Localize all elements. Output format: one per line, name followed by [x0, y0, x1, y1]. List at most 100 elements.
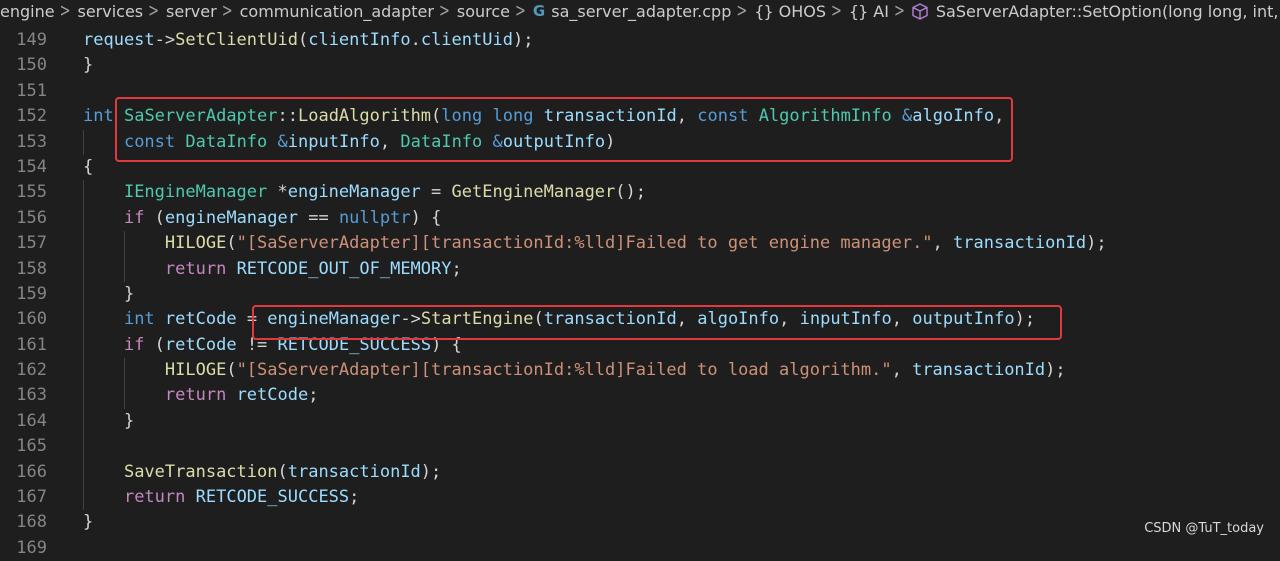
breadcrumb-item-source[interactable]: source — [457, 2, 510, 21]
line-number: 166 — [16, 461, 47, 482]
code-token: long — [441, 106, 483, 127]
code-token: nullptr — [338, 207, 411, 228]
line-number: 169 — [16, 537, 47, 558]
breadcrumb-item-services[interactable]: services — [77, 2, 143, 21]
code-text: if (retCode != RETCODE_SUCCESS) { — [83, 333, 462, 358]
code-token: = — [420, 182, 452, 203]
code-line[interactable]: 169 — [0, 536, 1280, 561]
code-line[interactable]: 149 request->SetClientUid(clientInfo.clie… — [0, 28, 1280, 53]
code-line[interactable]: 158 return RETCODE_OUT_OF_MEMORY; — [0, 256, 1280, 282]
code-token: retCode — [164, 309, 237, 330]
code-token: ); — [1045, 360, 1066, 381]
breadcrumb-item-ai[interactable]: {} AI — [849, 2, 889, 21]
code-text: { — [83, 155, 93, 180]
code-line[interactable]: 153 const DataInfo &inputInfo, DataInfo … — [0, 129, 1280, 155]
breadcrumb: engine > services > server > communicati… — [0, 0, 1280, 22]
breadcrumb-item-method[interactable]: SaServerAdapter::SetOption(long long, in… — [912, 2, 1280, 21]
code-token: , — [891, 309, 913, 330]
code-text: } — [83, 409, 134, 434]
code-token: , — [676, 309, 698, 330]
code-token: SaveTransaction — [123, 461, 278, 482]
code-text: HILOGE("[SaServerAdapter][transactionId:… — [83, 231, 1107, 256]
code-line[interactable]: 165 — [0, 434, 1280, 460]
chevron-right-icon: > — [221, 0, 233, 22]
code-line[interactable]: 152 int SaServerAdapter::LoadAlgorithm(lo… — [0, 104, 1280, 129]
code-token: const — [697, 106, 749, 127]
line-number: 165 — [16, 436, 47, 457]
breadcrumb-label: source — [456, 1, 511, 21]
code-token: ( — [144, 207, 165, 228]
code-line[interactable]: 162 HILOGE("[SaServerAdapter][transactio… — [0, 358, 1280, 384]
code-token: ; — [308, 385, 319, 406]
code-line[interactable]: 157 HILOGE("[SaServerAdapter][transactio… — [0, 231, 1280, 257]
breadcrumb-item-ohos[interactable]: {} OHOS — [754, 2, 826, 21]
code-token: inputInfo — [287, 131, 380, 152]
line-number: 164 — [16, 410, 47, 431]
code-token: "[SaServerAdapter][transactionId:%lld]Fa… — [236, 360, 892, 381]
code-token: & — [902, 106, 913, 127]
line-number: 159 — [16, 283, 47, 304]
code-token: * — [267, 182, 288, 203]
code-token: ( — [297, 30, 309, 50]
code-line[interactable]: 155 IEngineManager *engineManager = GetE… — [0, 180, 1280, 206]
line-number: 162 — [16, 360, 47, 381]
code-line[interactable]: 168} — [0, 510, 1280, 535]
breadcrumb-item-file[interactable]: G sa_server_adapter.cpp — [533, 2, 731, 21]
code-line[interactable]: 167 return RETCODE_SUCCESS; — [0, 485, 1280, 511]
code-token: StartEngine — [420, 309, 534, 330]
line-number: 151 — [16, 80, 47, 101]
code-token: GetEngineManager — [451, 182, 616, 203]
line-number: 163 — [16, 385, 47, 406]
code-line[interactable]: 151 — [0, 79, 1280, 104]
code-token: ( — [226, 360, 237, 381]
code-line[interactable]: 156 if (engineManager == nullptr) { — [0, 205, 1280, 232]
code-line[interactable]: 160 int retCode = engineManager->StartEn… — [0, 307, 1280, 333]
code-token: transactionId — [543, 106, 677, 127]
breadcrumb-item-communication-adapter[interactable]: communication_adapter — [240, 2, 434, 21]
code-token: long — [492, 106, 534, 127]
line-number: 168 — [16, 512, 47, 533]
code-text: return RETCODE_OUT_OF_MEMORY; — [83, 257, 462, 282]
code-token: } — [83, 283, 135, 304]
code-token: return — [164, 385, 227, 406]
code-token: "[SaServerAdapter][transactionId:%lld]Fa… — [236, 233, 933, 254]
code-token: algoInfo — [912, 106, 995, 127]
code-line[interactable]: 159 } — [0, 281, 1280, 308]
code-token: return — [164, 258, 227, 279]
code-token: if — [123, 207, 145, 228]
code-token: AlgorithmInfo — [758, 106, 892, 127]
code-line[interactable]: 164 } — [0, 408, 1280, 435]
code-line[interactable]: 161 if (retCode != RETCODE_SUCCESS) { — [0, 332, 1280, 359]
code-line[interactable]: 154 { — [0, 155, 1280, 180]
code-token: LoadAlgorithm — [297, 106, 432, 127]
code-line[interactable]: 166 SaveTransaction(transactionId); — [0, 459, 1280, 486]
code-token: RETCODE_SUCCESS — [277, 334, 432, 355]
breadcrumb-label: engine — [0, 1, 55, 21]
code-editor[interactable]: 149 request->SetClientUid(clientInfo.clie… — [0, 28, 1280, 561]
code-token: ) { — [410, 207, 442, 228]
code-text: } — [83, 282, 134, 307]
breadcrumb-item-server[interactable]: server — [166, 2, 217, 21]
line-number: 158 — [16, 258, 47, 279]
code-token: int — [83, 106, 114, 127]
code-token: HILOGE — [164, 360, 227, 381]
chevron-right-icon: > — [59, 0, 71, 22]
code-line[interactable]: 150} — [0, 53, 1280, 78]
code-line[interactable]: 163 return retCode; — [0, 383, 1280, 409]
code-token: request — [83, 30, 155, 50]
code-token: retCode — [164, 334, 237, 355]
code-token: clientInfo — [308, 30, 411, 50]
breadcrumb-item-engine[interactable]: engine — [0, 2, 55, 21]
code-token: { — [83, 156, 94, 177]
